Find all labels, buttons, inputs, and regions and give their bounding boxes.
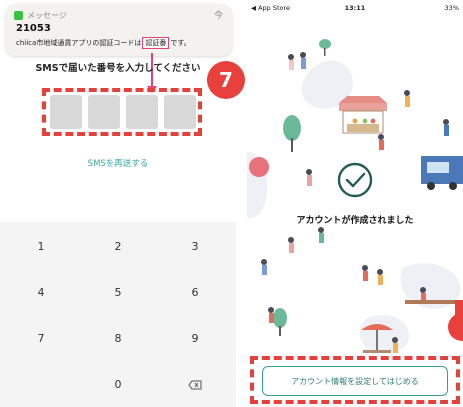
setup-account-button[interactable]: アカウント情報を設定してはじめる [262, 366, 448, 396]
account-created-message: アカウントが作成されました [296, 216, 414, 226]
key-5[interactable]: 5 [79, 270, 157, 315]
page-title: SMSで届いた番号を入力してください [35, 63, 201, 74]
screenshot: メッセージ 今 21053 chiica市地域通貨アプリの認証コードは 認証番 です… [0, 0, 463, 407]
key-3[interactable]: 3 [156, 224, 234, 269]
checkmark-circle-icon [337, 162, 373, 198]
account-created-screen: ◀ App Store 13:11 33% アカウントが作成されました アカウン… [247, 0, 463, 407]
code-digit-2[interactable] [88, 95, 120, 129]
code-digit-1[interactable] [50, 95, 82, 129]
notification-sender: 21053 [16, 23, 51, 34]
key-0[interactable]: 0 [79, 362, 157, 407]
key-8[interactable]: 8 [79, 316, 157, 361]
notification-app: メッセージ [14, 10, 67, 21]
notification-body-suffix: です。 [170, 39, 191, 47]
notification-time: 今 [213, 11, 223, 21]
town-illustration [247, 39, 463, 354]
sms-verification-screen: メッセージ 今 21053 chiica市地域通貨アプリの認証コードは 認証番 です… [0, 0, 236, 407]
notification-body-prefix: chiica市地域通貨アプリの認証コードは [16, 39, 142, 47]
numeric-keypad: 1 2 3 4 5 6 7 8 9 0 [0, 222, 236, 407]
sms-notification[interactable]: メッセージ 今 21053 chiica市地域通貨アプリの認証コードは 認証番 です… [6, 4, 232, 56]
notification-body: chiica市地域通貨アプリの認証コードは 認証番 です。 [16, 37, 191, 49]
key-6[interactable]: 6 [156, 270, 234, 315]
key-7[interactable]: 7 [2, 316, 80, 361]
battery-level: 33% [444, 4, 459, 12]
clock: 13:11 [344, 4, 366, 12]
notification-code-highlight: 認証番 [142, 37, 170, 49]
notification-app-name: メッセージ [27, 11, 67, 20]
messages-icon [14, 11, 23, 20]
code-digit-4[interactable] [164, 95, 196, 129]
step-badge: 7 [207, 61, 245, 99]
key-1[interactable]: 1 [2, 224, 80, 269]
backspace-icon [188, 380, 202, 389]
backspace-key[interactable] [156, 362, 234, 407]
key-4[interactable]: 4 [2, 270, 80, 315]
code-digit-3[interactable] [126, 95, 158, 129]
status-bar: ◀ App Store 13:11 33% [247, 0, 463, 16]
code-input[interactable] [50, 95, 196, 129]
resend-sms-link[interactable]: SMSを再送する [0, 157, 236, 169]
key-9[interactable]: 9 [156, 316, 234, 361]
key-2[interactable]: 2 [79, 224, 157, 269]
